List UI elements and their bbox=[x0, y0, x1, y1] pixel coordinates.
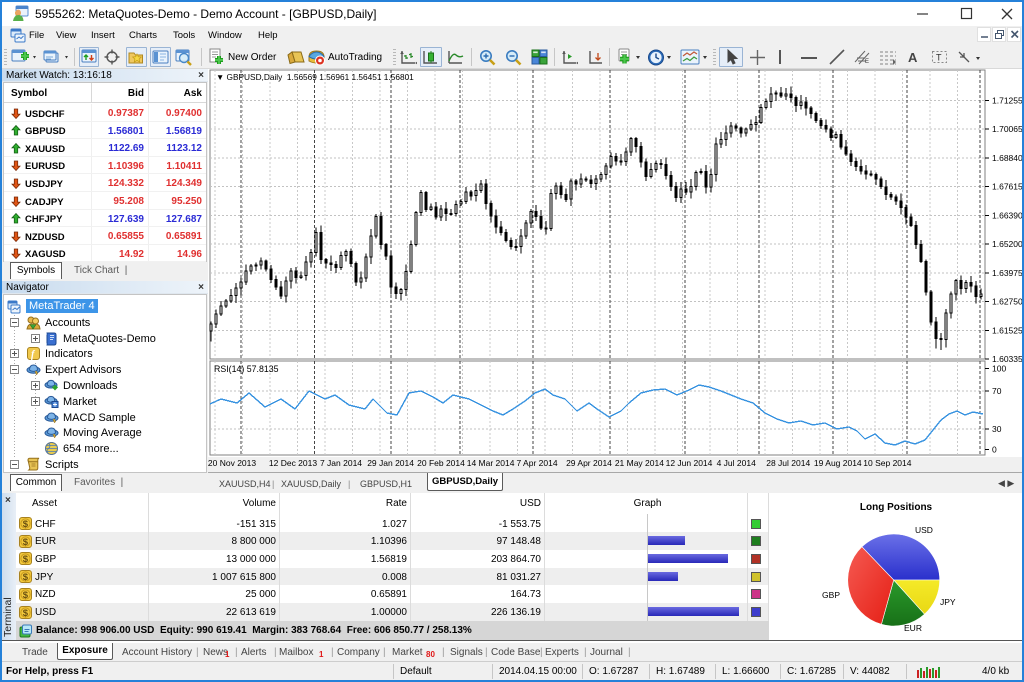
svg-text:1.62750: 1.62750 bbox=[992, 297, 1023, 307]
svg-text:1.71255: 1.71255 bbox=[992, 96, 1023, 106]
svg-text:4 Jul 2014: 4 Jul 2014 bbox=[717, 458, 756, 468]
svg-text:1.66390: 1.66390 bbox=[992, 210, 1023, 220]
svg-text:1.67615: 1.67615 bbox=[992, 182, 1023, 192]
svg-text:100: 100 bbox=[992, 364, 1006, 374]
svg-text:▼ GBPUSD,Daily 1.56569 1.5696: ▼ GBPUSD,Daily 1.56569 1.56961 1.56451 1… bbox=[216, 72, 414, 82]
svg-text:7 Jan 2014: 7 Jan 2014 bbox=[320, 458, 362, 468]
svg-text:1.61525: 1.61525 bbox=[992, 325, 1023, 335]
svg-text:1.68840: 1.68840 bbox=[992, 153, 1023, 163]
svg-text:1.65200: 1.65200 bbox=[992, 239, 1023, 249]
svg-text:30: 30 bbox=[992, 424, 1002, 434]
svg-text:19 Aug 2014: 19 Aug 2014 bbox=[814, 458, 862, 468]
svg-text:1.60335: 1.60335 bbox=[992, 354, 1023, 364]
svg-text:29 Jan 2014: 29 Jan 2014 bbox=[367, 458, 414, 468]
svg-text:RSI(14) 57.8135: RSI(14) 57.8135 bbox=[214, 364, 279, 374]
svg-text:12 Jun 2014: 12 Jun 2014 bbox=[666, 458, 713, 468]
svg-text:70: 70 bbox=[992, 386, 1002, 396]
svg-text:0: 0 bbox=[992, 445, 997, 455]
svg-text:GBP: GBP bbox=[822, 590, 840, 600]
svg-text:12 Dec 2013: 12 Dec 2013 bbox=[269, 458, 317, 468]
svg-text:T: T bbox=[936, 53, 942, 63]
svg-text:14 Mar 2014: 14 Mar 2014 bbox=[467, 458, 515, 468]
svg-text:1.63975: 1.63975 bbox=[992, 268, 1023, 278]
svg-text:JPY: JPY bbox=[940, 597, 956, 607]
svg-text:20 Feb 2014: 20 Feb 2014 bbox=[417, 458, 465, 468]
svg-text:USD: USD bbox=[915, 525, 933, 535]
svg-text:EUR: EUR bbox=[904, 623, 922, 633]
svg-text:20 Nov 2013: 20 Nov 2013 bbox=[208, 458, 256, 468]
svg-text:29 Apr 2014: 29 Apr 2014 bbox=[566, 458, 612, 468]
svg-text:10 Sep 2014: 10 Sep 2014 bbox=[863, 458, 911, 468]
svg-text:21 May 2014: 21 May 2014 bbox=[615, 458, 664, 468]
svg-text:7 Apr 2014: 7 Apr 2014 bbox=[516, 458, 557, 468]
svg-text:1.70065: 1.70065 bbox=[992, 124, 1023, 134]
svg-text:28 Jul 2014: 28 Jul 2014 bbox=[766, 458, 810, 468]
svg-text:E: E bbox=[865, 59, 869, 65]
